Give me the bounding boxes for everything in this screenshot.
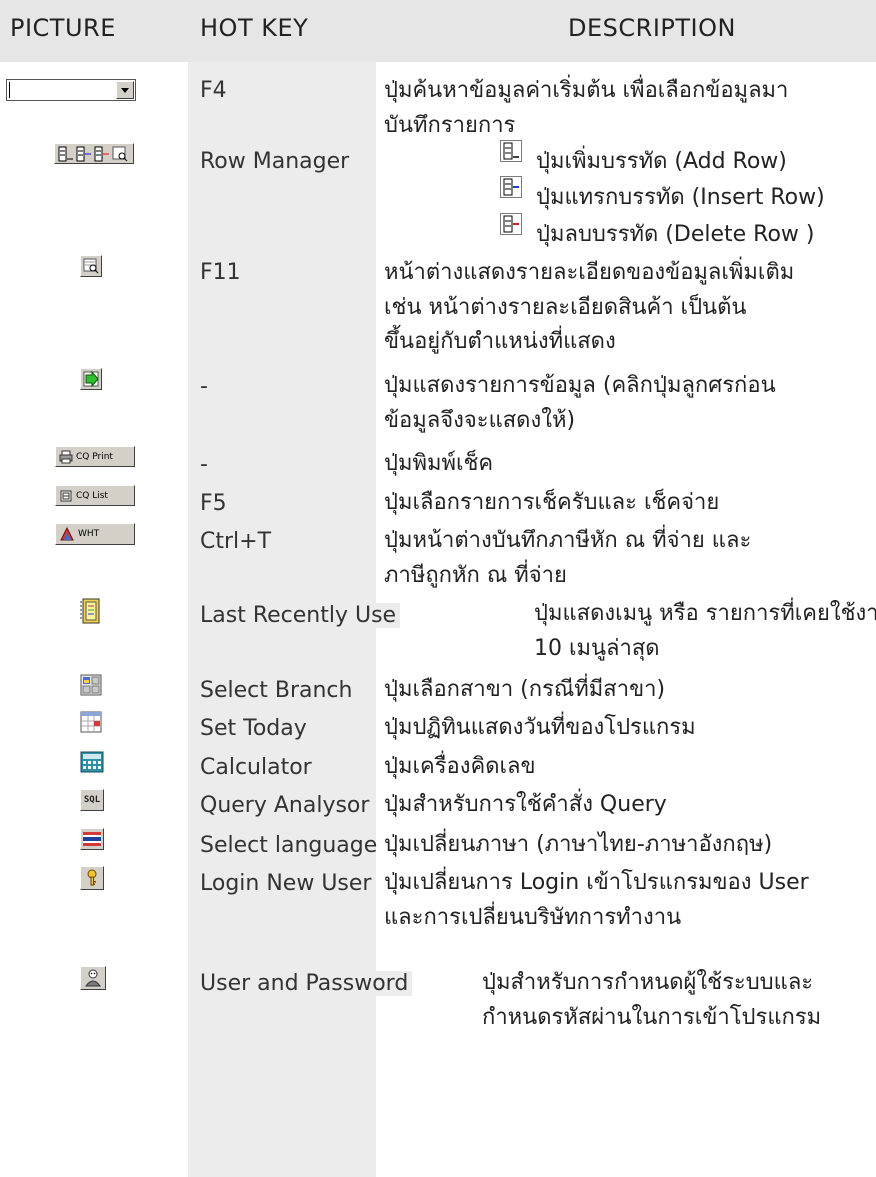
add-row-label: ปุ่มเพิ่มบรรทัด (Add Row) xyxy=(536,149,787,174)
desc-user-password-line2: กำหนดรหัสผ่านในการเข้าโปรแกรม xyxy=(482,1005,822,1030)
desc-calculator: ปุ่มเครื่องคิดเลข xyxy=(384,754,536,779)
hotkey-row-manager: Row Manager xyxy=(200,149,350,174)
desc-cq-list: ปุ่มเลือกรายการเช็ครับและ เช็คจ่าย xyxy=(384,490,720,515)
desc-wht-line1: ปุ่มหน้าต่างบันทึกภาษีหัก ณ ที่จ่าย และ xyxy=(384,528,752,553)
desc-f11-line3: ขึ้นอยู่กับตำแหน่งที่แสดง xyxy=(384,329,616,354)
desc-user-password-line1: ปุ่มสำหรับการกำหนดผู้ใช้ระบบและ xyxy=(482,970,814,995)
add-row-icon xyxy=(500,140,522,162)
hotkey-show-list: - xyxy=(200,374,208,399)
user-password-icon xyxy=(80,966,106,990)
hotkey-f4: F4 xyxy=(200,78,227,103)
desc-query-analysor: ปุ่มสำหรับการใช้คำสั่ง Query xyxy=(384,792,667,817)
insert-row-icon xyxy=(500,176,522,198)
desc-lru-line1: ปุ่มแสดงเมนู หรือ รายการที่เคยใช้งาน xyxy=(534,601,876,626)
desc-wht-line2: ภาษีถูกหัก ณ ที่จ่าย xyxy=(384,563,567,588)
dropdown-combo-icon xyxy=(6,79,136,101)
hotkey-cq-print: - xyxy=(200,452,208,477)
desc-show-list-line1: ปุ่มแสดงรายการข้อมูล (คลิกปุ่มลูกศรก่อน xyxy=(384,373,776,398)
sql-icon-text: SQL xyxy=(83,795,101,805)
hotkey-set-today: Set Today xyxy=(200,716,307,741)
hotkey-query-analysor: Query Analysor xyxy=(200,793,370,818)
header-description: DESCRIPTION xyxy=(568,14,736,42)
desc-select-language: ปุ่มเปลี่ยนภาษา (ภาษาไทย-ภาษาอังกฤษ) xyxy=(384,832,773,857)
desc-show-list-line2: ข้อมูลจึงจะแสดงให้) xyxy=(384,408,576,433)
desc-cq-print: ปุ่มพิมพ์เช็ค xyxy=(384,451,494,476)
hotkey-last-recently-use: Last Recently Use xyxy=(200,603,401,628)
wht-button: WHT xyxy=(55,523,135,545)
select-branch-icon xyxy=(80,674,102,696)
row-manager-icons xyxy=(54,143,134,164)
hotkey-user-password: User and Password xyxy=(200,971,413,996)
desc-f11-line2: เช่น หน้าต่างรายละเอียดสินค้า เป็นต้น xyxy=(384,295,747,320)
cheque-list-icon xyxy=(60,490,72,501)
hotkey-ctrl-t: Ctrl+T xyxy=(200,529,272,554)
cq-print-text: CQ Print xyxy=(76,451,113,462)
desc-select-branch: ปุ่มเลือกสาขา (กรณีที่มีสาขา) xyxy=(384,677,666,702)
wht-icon xyxy=(60,526,74,541)
desc-f4-line2: บันทึกรายการ xyxy=(384,113,516,138)
hotkey-select-language: Select language xyxy=(200,833,378,858)
hotkey-f11: F11 xyxy=(200,260,241,285)
detail-window-icon xyxy=(80,255,102,277)
calculator-icon xyxy=(80,751,104,773)
desc-f4-line1: ปุ่มค้นหาข้อมูลค่าเริ่มต้น เพื่อเลือกข้อ… xyxy=(384,78,789,103)
cq-list-text: CQ List xyxy=(76,490,108,501)
last-recently-use-icon xyxy=(80,598,102,624)
cq-print-button: CQ Print xyxy=(55,446,135,467)
header-picture: PICTURE xyxy=(10,14,116,42)
hotkey-calculator: Calculator xyxy=(200,755,312,780)
header-hot-key: HOT KEY xyxy=(200,14,309,42)
show-list-arrow-icon xyxy=(80,368,102,390)
printer-icon xyxy=(59,450,73,463)
desc-f11-line1: หน้าต่างแสดงรายละเอียดของข้อมูลเพิ่มเติม xyxy=(384,260,795,285)
sql-icon: SQL xyxy=(80,789,104,811)
cq-list-button: CQ List xyxy=(55,485,135,506)
wht-text: WHT xyxy=(78,529,100,539)
header-band xyxy=(0,0,876,62)
thai-flag-icon xyxy=(80,828,104,850)
set-today-icon xyxy=(80,711,102,733)
hotkey-f5: F5 xyxy=(200,491,227,516)
hotkey-login-new-user: Login New User xyxy=(200,871,372,896)
delete-row-icon xyxy=(500,213,522,235)
key-icon xyxy=(80,866,104,890)
desc-set-today: ปุ่มปฏิทินแสดงวันที่ของโปรแกรม xyxy=(384,715,696,740)
delete-row-label: ปุ่มลบบรรทัด (Delete Row ) xyxy=(536,222,815,247)
hotkey-select-branch: Select Branch xyxy=(200,678,353,703)
desc-lru-line2: 10 เมนูล่าสุด xyxy=(534,636,660,661)
desc-login-line2: และการเปลี่ยนบริษัทการทำงาน xyxy=(384,905,682,930)
desc-login-line1: ปุ่มเปลี่ยนการ Login เข้าโปรแกรมของ User xyxy=(384,870,809,895)
insert-row-label: ปุ่มแทรกบรรทัด (Insert Row) xyxy=(536,185,825,210)
